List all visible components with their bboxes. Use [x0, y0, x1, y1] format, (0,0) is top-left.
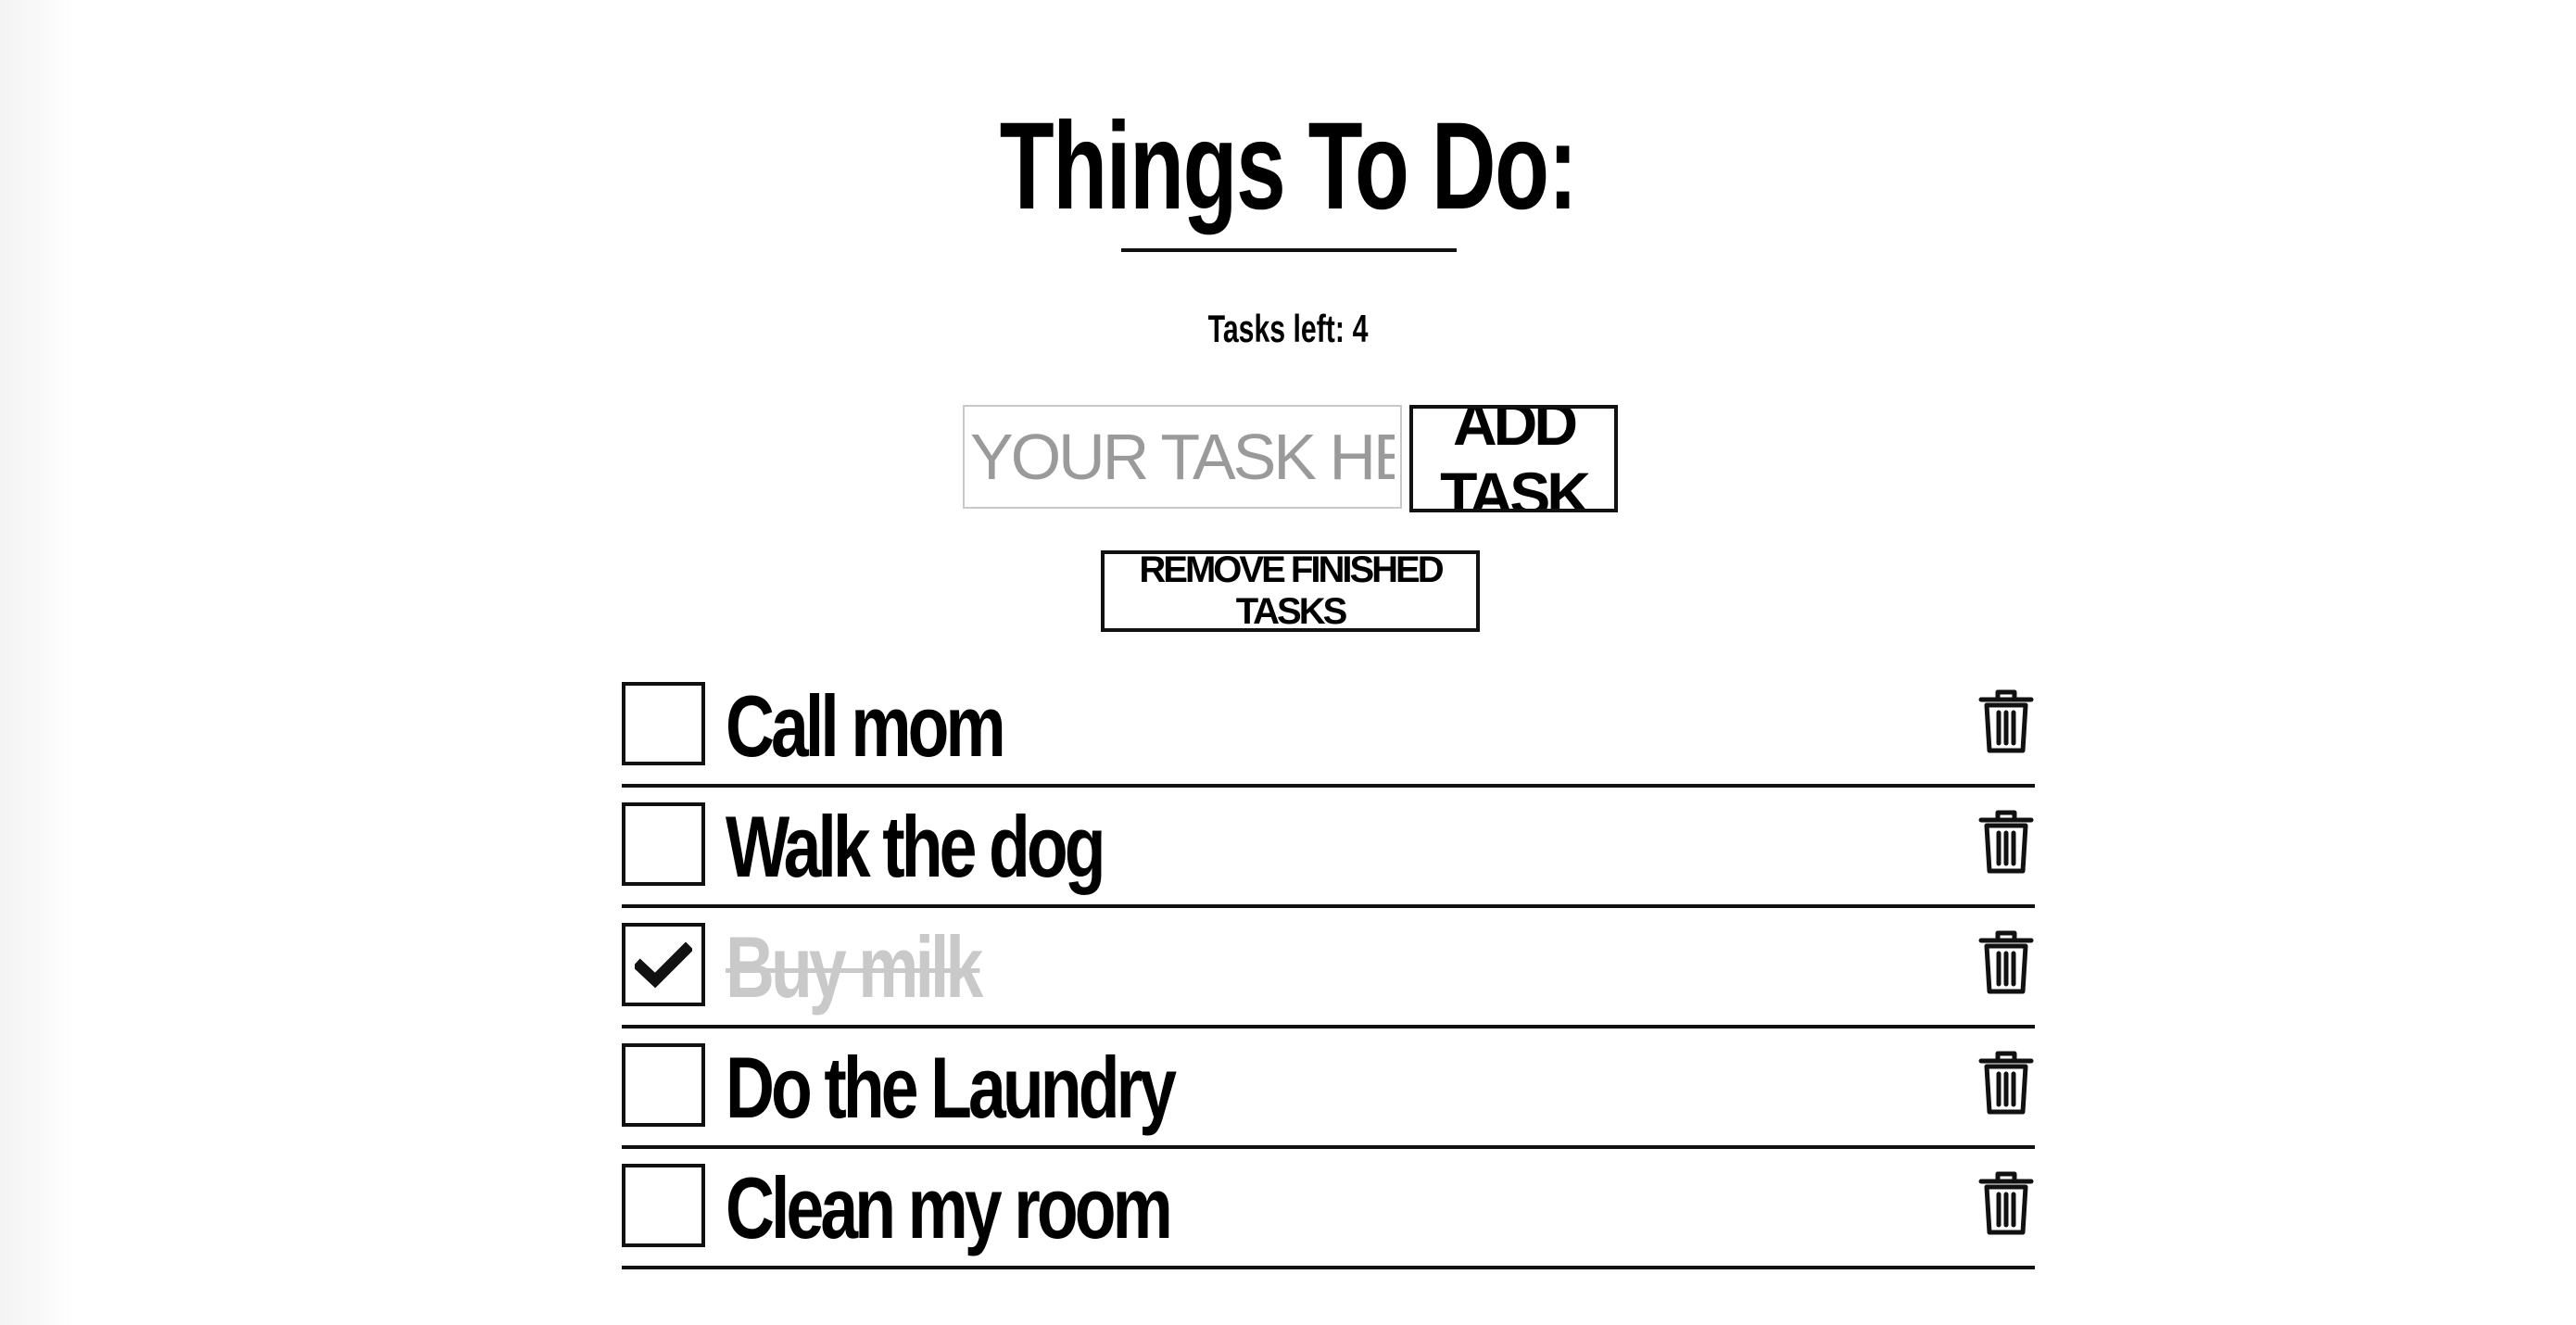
page-title: Things To Do:: [999, 97, 1578, 235]
add-task-button[interactable]: ADD TASK: [1409, 405, 1618, 512]
task-item: Buy milk: [622, 908, 2035, 1028]
task-item: Call mom: [622, 667, 2035, 788]
tasks-left-label: Tasks left:: [1207, 307, 1345, 350]
checkmark-icon: [635, 941, 692, 989]
task-checkbox[interactable]: [622, 1043, 705, 1127]
task-text: Call mom: [726, 677, 1006, 775]
trash-icon[interactable]: [1977, 810, 2035, 875]
new-task-input[interactable]: [963, 405, 1402, 509]
trash-icon[interactable]: [1977, 1051, 2035, 1116]
remove-finished-tasks-button[interactable]: REMOVE FINISHED TASKS: [1101, 550, 1480, 632]
task-text: Clean my room: [726, 1159, 1173, 1256]
task-item: Do the Laundry: [622, 1028, 2035, 1149]
tasks-left-count: 4: [1352, 307, 1369, 350]
trash-icon[interactable]: [1977, 689, 2035, 754]
task-item: Walk the dog: [622, 788, 2035, 908]
task-list: Call mom Walk the dog Buy milk Do the La…: [622, 667, 2035, 1269]
task-checkbox[interactable]: [622, 682, 705, 765]
task-checkbox[interactable]: [622, 1164, 705, 1247]
trash-icon[interactable]: [1977, 930, 2035, 995]
task-checkbox[interactable]: [622, 923, 705, 1006]
todo-app: Things To Do: Tasks left:4 ADD TASK REMO…: [0, 0, 2576, 1325]
task-text: Buy milk: [726, 918, 983, 1016]
title-underline: [1121, 248, 1457, 252]
tasks-left-counter: Tasks left: 4: [360, 301, 2216, 357]
task-text: Walk the dog: [726, 798, 1106, 895]
task-text: Do the Laundry: [726, 1039, 1177, 1136]
task-item: Clean my room: [622, 1149, 2035, 1269]
task-checkbox[interactable]: [622, 802, 705, 886]
trash-icon[interactable]: [1977, 1171, 2035, 1236]
